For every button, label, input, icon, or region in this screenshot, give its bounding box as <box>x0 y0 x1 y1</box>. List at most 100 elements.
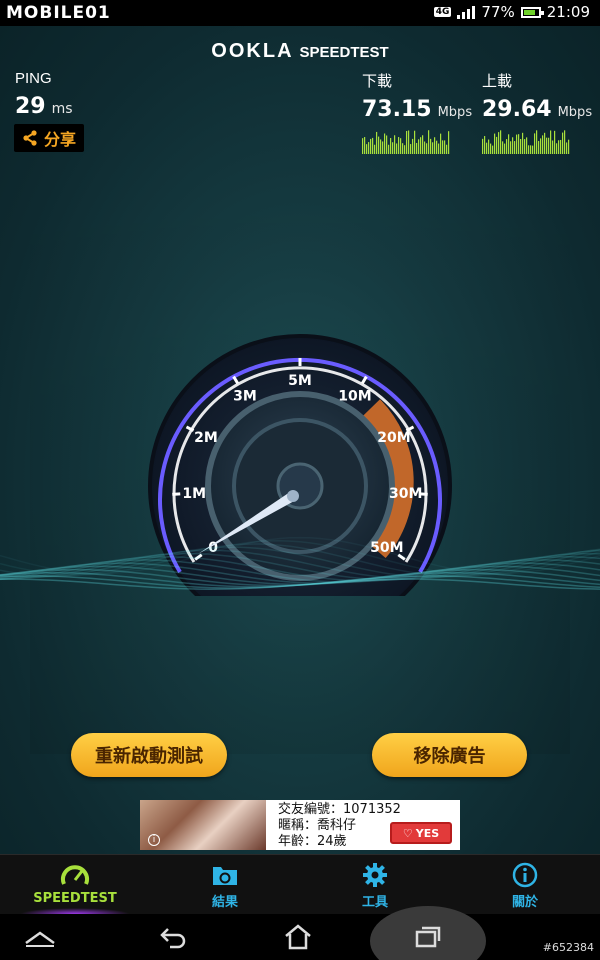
sparkline-bar <box>372 137 374 154</box>
ping-readout: 29 ms <box>15 94 73 119</box>
sparkline-bar <box>490 143 492 154</box>
sparkline-bar <box>438 143 440 154</box>
app-header: OOKLA SPEEDTEST <box>0 40 600 63</box>
speedtest-screen: OOKLA SPEEDTEST PING 29 ms 分享 下載 73.15 Mbps… <box>0 26 600 854</box>
share-button[interactable]: 分享 <box>14 124 85 152</box>
sparkline-bar <box>424 141 426 154</box>
sparkline-bar <box>524 139 526 154</box>
sparkline-bar <box>392 142 394 154</box>
tab-speedtest-label: SPEEDTEST <box>33 891 117 906</box>
remove-ads-button[interactable]: 移除廣告 <box>372 733 527 777</box>
ping-unit: ms <box>51 101 73 117</box>
ookla-logo: OOKLA <box>211 40 294 62</box>
recent-apps-icon[interactable] <box>398 920 458 954</box>
sparkline-bar <box>430 138 432 154</box>
sparkline-bar <box>530 145 532 154</box>
sparkline-bar <box>488 139 490 154</box>
sparkline-bar <box>446 144 448 154</box>
sparkline-bar <box>398 137 400 154</box>
sparkline-bar <box>508 134 510 154</box>
network-type-badge: 4G <box>433 7 452 17</box>
upload-label: 上載 <box>482 72 513 90</box>
ad-banner[interactable]: i 交友編號：1071352 暱稱：喬科仔 年齡：24歲 ♡ YES <box>140 800 460 850</box>
sparkline-bar <box>550 130 552 154</box>
sparkline-bar <box>410 144 412 154</box>
sparkline-bar <box>414 130 416 154</box>
sparkline-bar <box>368 142 370 154</box>
sparkline-bar <box>440 133 442 154</box>
sparkline-bar <box>362 138 364 154</box>
sparkline-bar <box>502 141 504 154</box>
upload-value: 29.64 <box>482 97 552 122</box>
sparkline-bar <box>418 139 420 154</box>
sparkline-bar <box>496 136 498 154</box>
download-readout: 73.15 Mbps <box>362 97 472 122</box>
download-unit: Mbps <box>437 105 473 120</box>
results-folder-icon <box>213 867 237 885</box>
ping-value: 29 <box>15 94 46 119</box>
gauge-tick-mark <box>172 492 181 496</box>
sparkline-bar <box>506 139 508 154</box>
sparkline-bar <box>402 143 404 154</box>
sparkline-bar <box>422 135 424 154</box>
sparkline-bar <box>380 139 382 154</box>
status-bar: MOBILE01 4G 77% 21:09 <box>0 0 600 26</box>
sparkline-bar <box>498 132 500 154</box>
speedometer-icon <box>61 865 89 885</box>
tab-about-label: 關於 <box>511 895 538 910</box>
sparkline-bar <box>514 141 516 154</box>
sparkline-bar <box>520 138 522 154</box>
sparkline-bar <box>370 138 372 154</box>
retest-button[interactable]: 重新啟動測試 <box>71 733 227 777</box>
download-sparkline <box>362 130 450 154</box>
sparkline-bar <box>556 143 558 154</box>
sparkline-bar <box>486 142 488 154</box>
home-icon[interactable] <box>268 920 328 954</box>
signal-icon <box>457 5 476 19</box>
sparkline-bar <box>484 136 486 154</box>
sparkline-bar <box>512 137 514 154</box>
sparkline-bar <box>528 145 530 154</box>
back-icon[interactable] <box>143 920 203 954</box>
tab-results[interactable]: 結果 <box>150 861 300 910</box>
sparkline-bar <box>538 140 540 154</box>
sparkline-bar <box>526 137 528 154</box>
gauge-tick-label: 1M <box>182 486 206 502</box>
sparkline-bar <box>518 134 520 154</box>
sparkline-bar <box>554 130 556 154</box>
ad-yes-button[interactable]: ♡ YES <box>390 822 452 844</box>
sparkline-bar <box>364 137 366 154</box>
sparkline-bar <box>382 141 384 154</box>
sparkline-bar <box>540 138 542 154</box>
gauge-tick-label: 20M <box>377 430 410 446</box>
bottom-tab-bar: SPEEDTEST 結果 工具 關於 <box>0 854 600 914</box>
sparkline-bar <box>558 140 560 154</box>
sparkline-bar <box>394 135 396 154</box>
sparkline-bar <box>396 143 398 154</box>
tab-about[interactable]: 關於 <box>450 861 600 910</box>
sparkline-bar <box>434 137 436 154</box>
sparkline-bar <box>378 136 380 154</box>
upload-metric: 上載 29.64 Mbps <box>482 70 592 158</box>
sparkline-bar <box>568 139 570 154</box>
sparkline-bar <box>510 141 512 154</box>
app-title: SPEEDTEST <box>299 44 389 61</box>
sparkline-bar <box>492 145 494 154</box>
info-icon[interactable]: i <box>148 834 160 846</box>
sparkline-bar <box>366 144 368 154</box>
share-label: 分享 <box>44 130 77 149</box>
sparkline-bar <box>560 139 562 154</box>
tab-speedtest[interactable]: SPEEDTEST <box>0 861 150 914</box>
gear-icon <box>363 863 387 887</box>
sparkline-bar <box>542 135 544 154</box>
gauge-tick-label: 3M <box>233 388 257 404</box>
chevron-up-icon[interactable] <box>10 920 70 954</box>
sparkline-bar <box>500 130 502 154</box>
sparkline-bar <box>412 138 414 154</box>
ping-label: PING <box>15 70 52 87</box>
battery-percent: 77% <box>481 3 515 21</box>
info-icon <box>512 862 538 888</box>
sparkline-bar <box>494 133 496 154</box>
brand-logo: MOBILE01 <box>6 3 111 23</box>
tab-tools[interactable]: 工具 <box>300 861 450 910</box>
